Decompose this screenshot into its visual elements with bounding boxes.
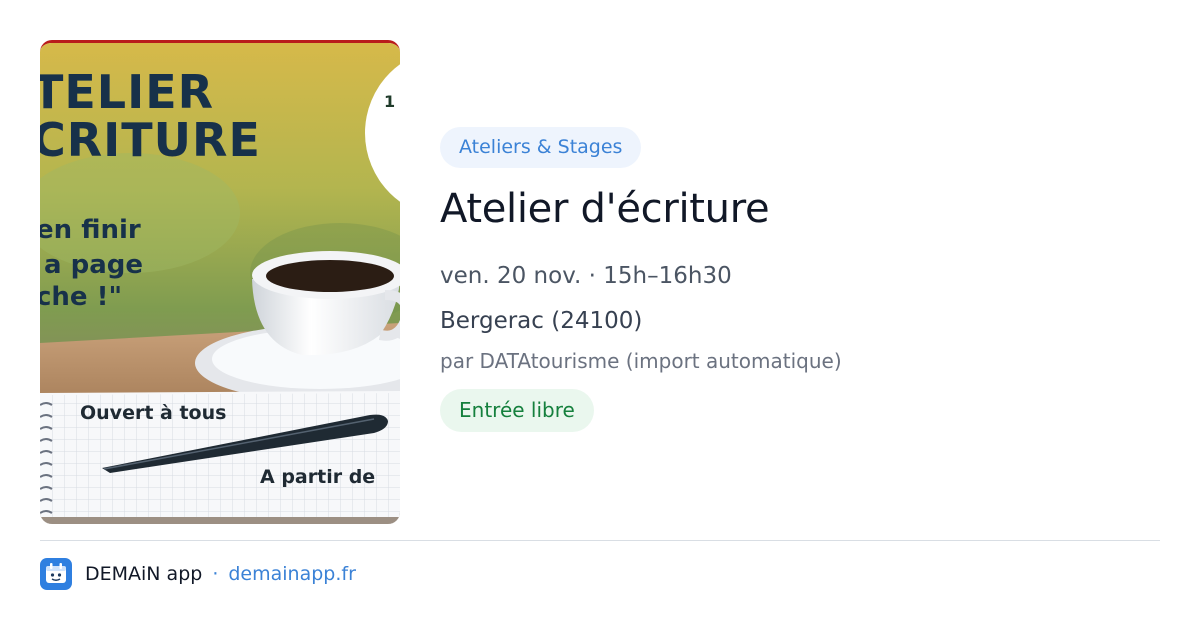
event-location: Bergerac (24100) bbox=[440, 308, 643, 334]
poster-age-text: A partir de bbox=[260, 466, 375, 488]
poster-title-line-2: CRITURE bbox=[40, 113, 261, 167]
domain-link[interactable]: demainapp.fr bbox=[228, 563, 356, 585]
event-datetime: ven. 20 nov. · 15h–16h30 bbox=[440, 263, 732, 289]
footer-separator: · bbox=[212, 563, 219, 585]
poster-tagline-line-2: a page bbox=[44, 250, 143, 280]
poster-badge-text: 1 bbox=[384, 92, 395, 111]
category-badge[interactable]: Ateliers & Stages bbox=[440, 127, 642, 168]
poster-open-text: Ouvert à tous bbox=[80, 402, 226, 424]
app-logo-icon bbox=[40, 558, 72, 590]
price-badge: Entrée libre bbox=[440, 389, 594, 432]
app-name: DEMAiN app bbox=[85, 563, 203, 585]
event-source: par DATAtourisme (import automatique) bbox=[440, 349, 842, 373]
event-info: Ateliers & Stages Atelier d'écriture ven… bbox=[440, 127, 1160, 432]
footer: DEMAiN app · demainapp.fr bbox=[40, 558, 356, 590]
poster-tagline-line-1: en finir bbox=[40, 215, 141, 245]
event-title: Atelier d'écriture bbox=[440, 186, 770, 232]
event-poster-image: 1 TELIER CRITURE en finir a page che !" … bbox=[40, 40, 400, 524]
footer-divider bbox=[40, 540, 1160, 541]
poster-title-line-1: TELIER bbox=[40, 65, 214, 119]
poster-tagline-line-3: che !" bbox=[40, 282, 122, 312]
